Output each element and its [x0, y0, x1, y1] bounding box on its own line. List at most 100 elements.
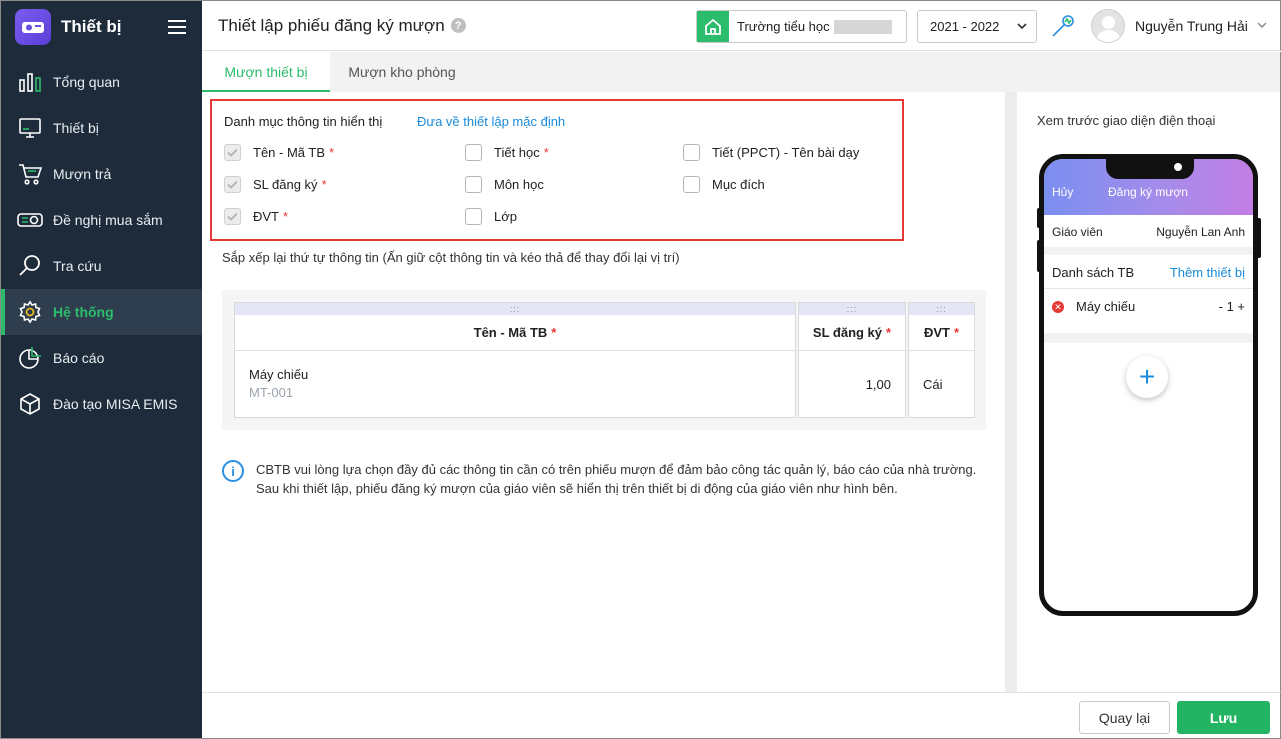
sidebar-item-bao-cao[interactable]: Báo cáo	[1, 335, 202, 381]
checkbox[interactable]	[224, 208, 241, 225]
sidebar-item-label: Báo cáo	[53, 350, 105, 366]
sidebar-item-label: Tra cứu	[53, 258, 102, 274]
sidebar-item-he-thong[interactable]: Hệ thống	[1, 289, 202, 335]
phone-item-row: ✕ Máy chiếu - 1 +	[1044, 295, 1253, 331]
option-sl-dang-ky[interactable]: SL đăng ký *	[224, 176, 327, 193]
sidebar-item-dao-tao[interactable]: Đào tạo MISA EMIS	[1, 381, 202, 427]
chart-bars-icon	[17, 69, 43, 95]
phone-preview-panel: Xem trước giao diện điện thoại Hủy Đăng …	[1017, 92, 1281, 692]
option-mon-hoc[interactable]: Môn học	[465, 176, 544, 193]
item-qty: 1,00	[865, 377, 891, 392]
reorder-instruction: Sắp xếp lại thứ tự thông tin (Ấn giữ cột…	[222, 250, 680, 265]
gear-icon	[17, 299, 43, 325]
chevron-down-icon	[1016, 20, 1028, 35]
option-lop[interactable]: Lớp	[465, 208, 517, 225]
phone-add-button: +	[1126, 356, 1168, 398]
column-ten-ma-tb[interactable]: ::: Tên - Mã TB * Máy chiếu MT-001	[234, 302, 796, 418]
column-header: SL đăng ký *	[799, 315, 905, 351]
drag-handle-icon[interactable]: :::	[799, 303, 905, 315]
sidebar-item-label: Hệ thống	[53, 304, 114, 320]
display-fields-panel: Danh mục thông tin hiển thị Đưa về thiết…	[210, 99, 904, 241]
app-title: Thiết bị	[61, 17, 122, 36]
checkbox[interactable]	[683, 144, 700, 161]
phone-notch	[1106, 159, 1194, 179]
option-ten-ma-tb[interactable]: Tên - Mã TB *	[224, 144, 334, 161]
checkbox[interactable]	[224, 144, 241, 161]
redacted-school-name	[833, 20, 892, 35]
sidebar-item-thiet-bi[interactable]: Thiết bị	[1, 105, 202, 151]
item-unit: Cái	[923, 377, 943, 392]
user-name: Nguyễn Trung Hải	[1135, 18, 1248, 34]
sidebar-item-label: Tổng quan	[53, 74, 120, 90]
column-sl-dang-ky[interactable]: ::: SL đăng ký * 1,00	[798, 302, 906, 418]
search-icon	[17, 253, 43, 279]
column-header: Tên - Mã TB *	[235, 315, 795, 351]
option-tiet-ppct[interactable]: Tiết (PPCT) - Tên bài dạy	[683, 144, 859, 161]
drag-handle-icon[interactable]: :::	[909, 303, 974, 315]
tab-muon-kho-phong[interactable]: Mượn kho phòng	[330, 52, 474, 92]
info-text: CBTB vui lòng lựa chọn đầy đủ các thông …	[256, 462, 977, 496]
table-cell: 1,00	[799, 351, 905, 417]
monitor-icon	[17, 115, 43, 141]
item-name: Máy chiếu	[249, 367, 309, 382]
display-fields-heading: Danh mục thông tin hiển thị	[224, 114, 383, 129]
option-dvt[interactable]: ĐVT *	[224, 208, 288, 225]
option-muc-dich[interactable]: Mục đích	[683, 176, 765, 193]
sidebar-item-tra-cuu[interactable]: Tra cứu	[1, 243, 202, 289]
sidebar: Thiết bị Tổng quan Thiết bị Mượn trả Đề …	[0, 0, 202, 739]
info-icon: i	[222, 460, 244, 482]
column-order-table: ::: Tên - Mã TB * Máy chiếu MT-001 ::: SL…	[222, 290, 986, 430]
sidebar-item-tong-quan[interactable]: Tổng quan	[1, 59, 202, 105]
cart-icon	[17, 161, 43, 187]
sidebar-item-label: Thiết bị	[53, 120, 99, 136]
sidebar-nav: Tổng quan Thiết bị Mượn trả Đề nghị mua …	[1, 59, 202, 427]
checkbox[interactable]	[224, 176, 241, 193]
phone-separator	[1044, 333, 1253, 343]
tab-muon-thiet-bi[interactable]: Mượn thiết bị	[202, 52, 330, 92]
save-button[interactable]: Lưu	[1177, 701, 1270, 734]
checkbox[interactable]	[683, 176, 700, 193]
table-cell: Cái	[909, 351, 974, 417]
phone-teacher-row: Giáo viên Nguyễn Lan Anh	[1052, 225, 1245, 239]
reset-default-link[interactable]: Đưa về thiết lập mặc định	[417, 114, 565, 129]
help-icon[interactable]: ?	[450, 18, 466, 33]
tab-bar: Mượn thiết bị Mượn kho phòng	[202, 52, 1281, 92]
checkbox[interactable]	[465, 208, 482, 225]
sidebar-item-de-nghi-mua-sam[interactable]: Đề nghị mua sắm	[1, 197, 202, 243]
sidebar-item-muon-tra[interactable]: Mượn trả	[1, 151, 202, 197]
panel-divider	[1005, 92, 1017, 692]
year-value: 2021 - 2022	[930, 19, 1000, 34]
top-header: Thiết lập phiếu đăng ký mượn ? Trường ti…	[202, 0, 1281, 51]
magic-wand-icon[interactable]	[1050, 13, 1076, 42]
info-note: i CBTB vui lòng lựa chọn đầy đủ các thôn…	[222, 460, 982, 498]
phone-title: Đăng ký mượn	[1108, 185, 1188, 199]
avatar	[1091, 9, 1125, 43]
column-header: ĐVT *	[909, 315, 974, 351]
school-name: Trường tiểu học	[737, 19, 892, 35]
item-code: MT-001	[249, 385, 294, 400]
projector-logo-icon	[15, 9, 51, 45]
sidebar-item-label: Mượn trả	[53, 166, 112, 182]
page-title: Thiết lập phiếu đăng ký mượn	[218, 15, 445, 35]
preview-title: Xem trước giao diện điện thoại	[1037, 113, 1216, 128]
year-select[interactable]: 2021 - 2022	[917, 10, 1037, 43]
phone-separator	[1044, 247, 1253, 255]
column-dvt[interactable]: ::: ĐVT * Cái	[908, 302, 975, 418]
table-cell: Máy chiếu MT-001	[235, 351, 795, 417]
footer-bar: Quay lại Lưu	[202, 692, 1281, 739]
school-select[interactable]: Trường tiểu học	[696, 10, 907, 43]
main-content: Danh mục thông tin hiển thị Đưa về thiết…	[202, 92, 1005, 692]
menu-toggle-icon[interactable]	[168, 16, 186, 38]
option-tiet-hoc[interactable]: Tiết học *	[465, 144, 549, 161]
back-button[interactable]: Quay lại	[1079, 701, 1170, 734]
home-icon	[697, 11, 729, 42]
checkbox[interactable]	[465, 144, 482, 161]
phone-mockup: Hủy Đăng ký mượn Giáo viên Nguyễn Lan An…	[1039, 154, 1258, 616]
box-icon	[17, 391, 43, 417]
sidebar-item-label: Đào tạo MISA EMIS	[53, 396, 178, 412]
remove-icon: ✕	[1052, 301, 1064, 313]
user-menu[interactable]: Nguyễn Trung Hải	[1091, 9, 1268, 43]
drag-handle-icon[interactable]: :::	[235, 303, 795, 315]
sidebar-item-label: Đề nghị mua sắm	[53, 212, 163, 228]
checkbox[interactable]	[465, 176, 482, 193]
